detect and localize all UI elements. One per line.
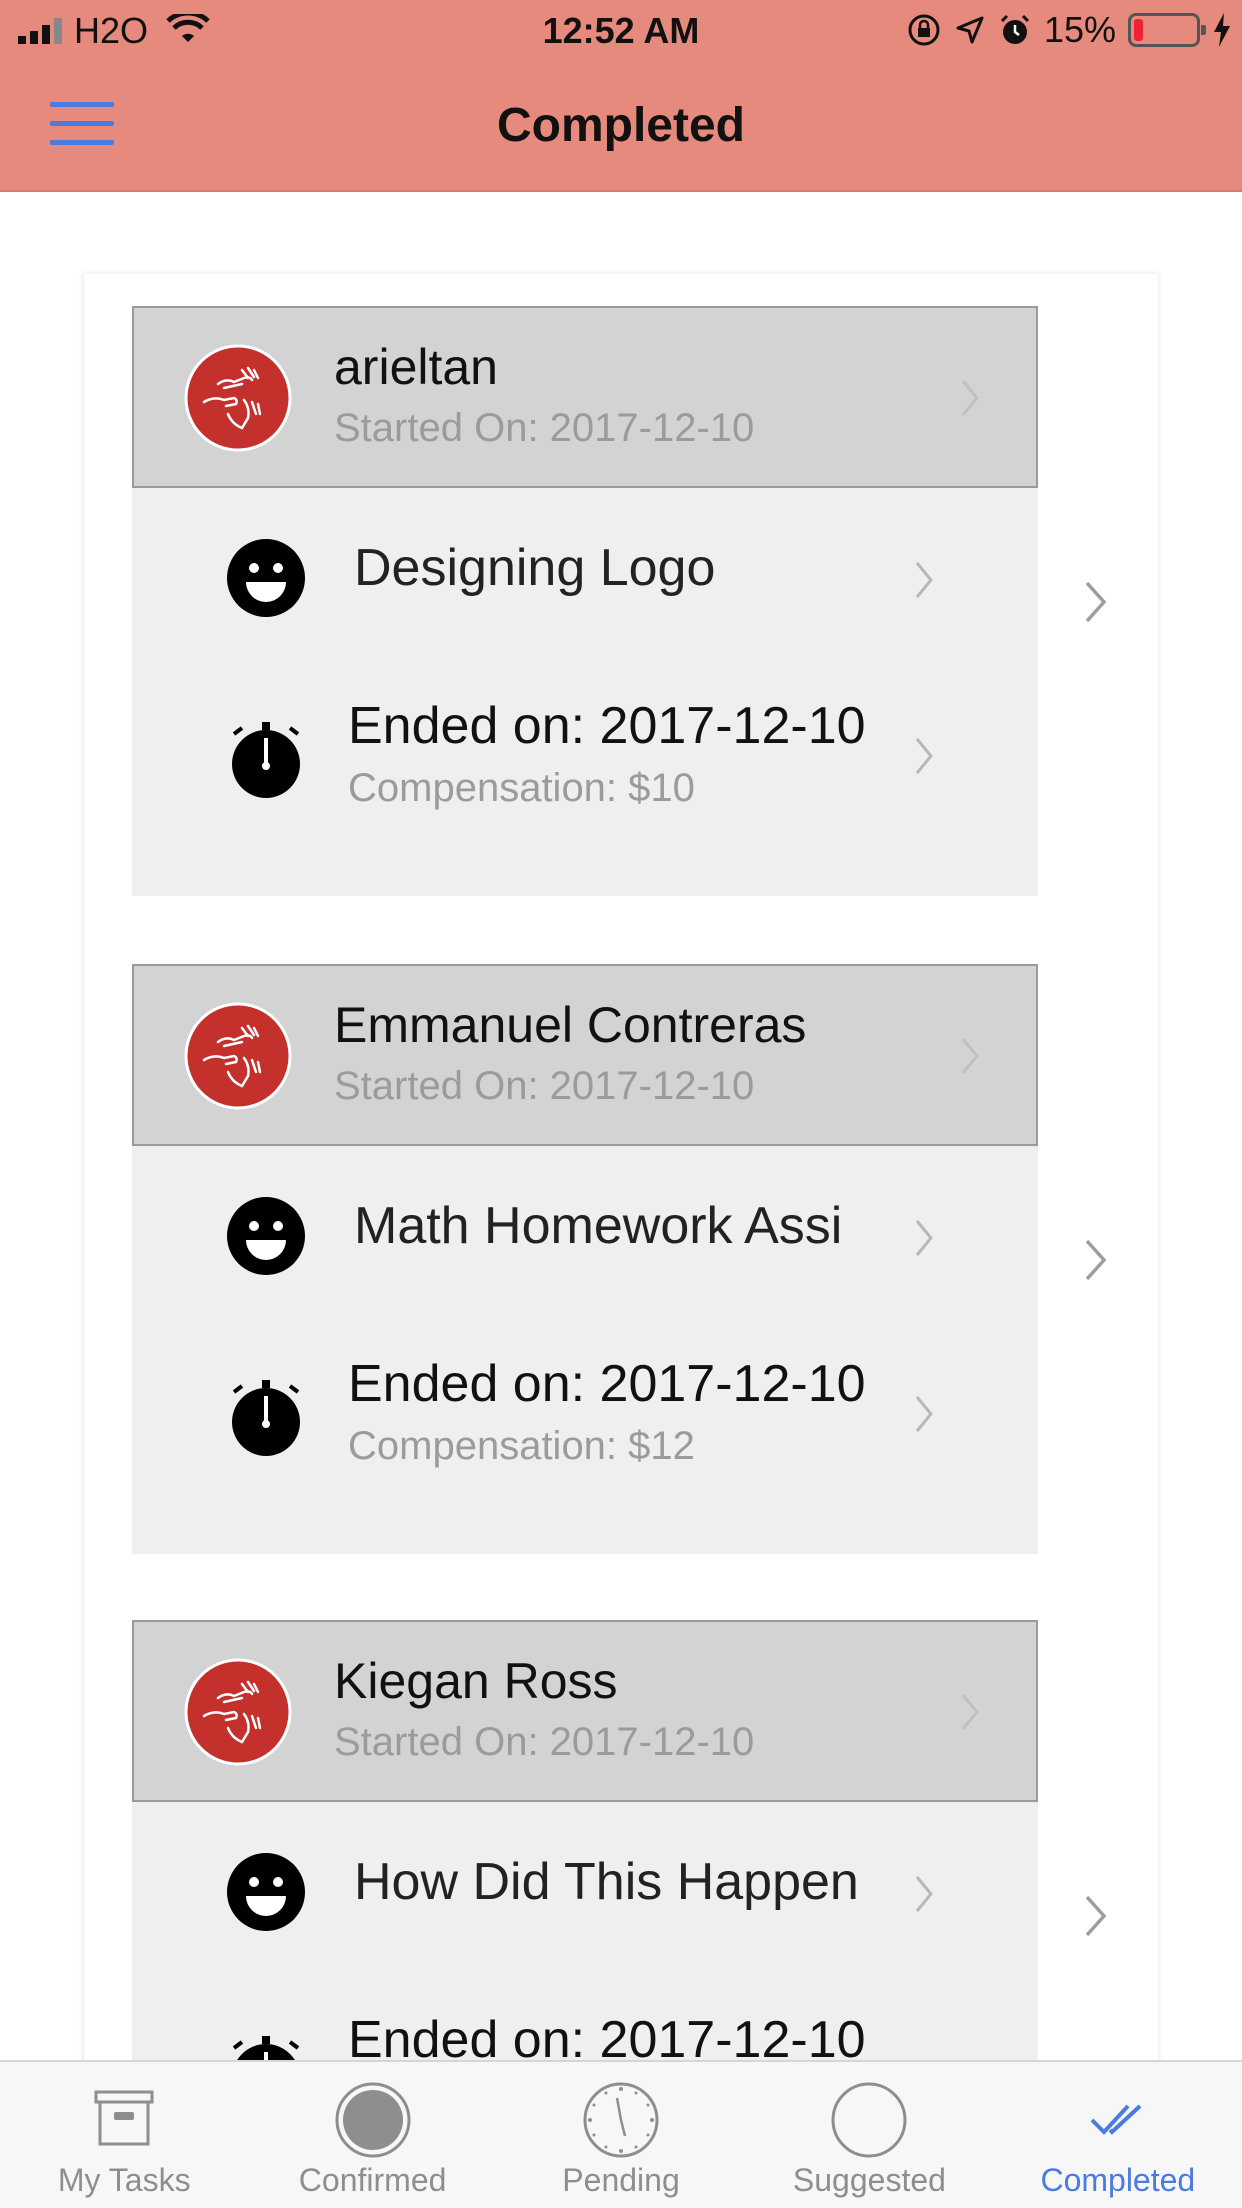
tab-label: Suggested [792, 2162, 946, 2198]
task-row[interactable]: Designing Logo [132, 498, 1038, 658]
card-header[interactable]: arieltan Started On: 2017-12-10 [132, 306, 1038, 488]
card-header[interactable]: Kiegan Ross Started On: 2017-12-10 [132, 1620, 1038, 1802]
tab-label: Completed [1040, 2162, 1196, 2198]
compensation: Compensation: $12 [348, 1424, 695, 1468]
user-name: arieltan [334, 339, 498, 395]
page-title: Completed [496, 99, 745, 152]
stopwatch-icon [232, 1380, 300, 1456]
chevron-right-icon [914, 560, 934, 600]
double-check-icon [1090, 2104, 1142, 2135]
chevron-right-icon [914, 1218, 934, 1258]
started-on: Started On: 2017-12-10 [334, 406, 755, 450]
user-name: Kiegan Ross [334, 1653, 618, 1709]
task-row[interactable]: Math Homework Assi [132, 1156, 1038, 1316]
orientation-lock-icon [908, 14, 940, 46]
task-row[interactable]: How Did This Happen [132, 1812, 1038, 1972]
ended-row[interactable]: Ended on: 2017-12-10 Compensation: $12 [132, 1340, 1038, 1500]
stopwatch-icon [232, 722, 300, 798]
smiley-icon [227, 1197, 305, 1275]
status-right: 15% [906, 9, 1232, 50]
card-body: Designing Logo Ended on: 2017-12-10 Comp… [132, 488, 1038, 896]
stopwatch-icon [232, 2036, 300, 2060]
archive-box-icon [94, 2090, 154, 2146]
tab-label: My Tasks [57, 2162, 191, 2198]
completed-card: Emmanuel Contreras Started On: 2017-12-1… [132, 964, 1038, 1554]
avatar [184, 1002, 292, 1110]
card-body: How Did This Happen Ended on: 2017-12-10 [132, 1802, 1038, 2060]
top-bar: H2O 12:52 AM 15% Completed [0, 0, 1242, 192]
chevron-right-icon [914, 736, 934, 776]
task-name: Math Homework Assi [354, 1197, 843, 1255]
location-arrow-icon [956, 16, 984, 44]
battery-percent: 15% [1043, 9, 1116, 50]
task-name: Designing Logo [354, 539, 716, 597]
completed-card: Kiegan Ross Started On: 2017-12-10 How D… [132, 1620, 1038, 2060]
list-panel: arieltan Started On: 2017-12-10 Designin… [84, 274, 1158, 2060]
empty-circle-icon [831, 2082, 907, 2158]
ended-on: Ended on: 2017-12-10 [348, 697, 866, 755]
compensation: Compensation: $10 [348, 766, 695, 810]
started-on: Started On: 2017-12-10 [334, 1720, 755, 1764]
chevron-right-icon [914, 1874, 934, 1914]
nav-bar: Completed [0, 60, 1242, 190]
tab-bar: My Tasks Confirmed Pending Suggested Com… [0, 2060, 1242, 2208]
tab-confirmed[interactable]: Confirmed [248, 2062, 496, 2208]
smiley-icon [227, 1853, 305, 1931]
clock-icon [583, 2082, 659, 2158]
tab-suggested[interactable]: Suggested [745, 2062, 993, 2208]
ended-on: Ended on: 2017-12-10 [348, 1355, 866, 1413]
avatar [184, 1658, 292, 1766]
chevron-right-icon[interactable] [1084, 580, 1108, 624]
card-body: Math Homework Assi Ended on: 2017-12-10 [132, 1146, 1038, 1554]
tab-label: Confirmed [298, 2162, 447, 2198]
avatar [184, 344, 292, 452]
chevron-right-icon [960, 378, 980, 418]
user-name: Emmanuel Contreras [334, 997, 807, 1053]
alarm-icon [1000, 14, 1029, 44]
tab-my-tasks[interactable]: My Tasks [0, 2062, 248, 2208]
chevron-right-icon [914, 1394, 934, 1434]
chevron-right-icon [960, 1692, 980, 1732]
tab-pending[interactable]: Pending [497, 2062, 745, 2208]
filled-circle-icon [335, 2082, 411, 2158]
ended-row[interactable]: Ended on: 2017-12-10 [132, 1996, 1038, 2060]
smiley-icon [227, 539, 305, 617]
battery-icon [1128, 13, 1206, 47]
card-header[interactable]: Emmanuel Contreras Started On: 2017-12-1… [132, 964, 1038, 1146]
task-name: How Did This Happen [354, 1853, 859, 1911]
status-bar: H2O 12:52 AM 15% [0, 0, 1242, 60]
completed-card: arieltan Started On: 2017-12-10 Designin… [132, 306, 1038, 896]
chevron-right-icon[interactable] [1084, 1894, 1108, 1938]
ended-on: Ended on: 2017-12-10 [348, 2011, 866, 2060]
completed-list[interactable]: arieltan Started On: 2017-12-10 Designin… [0, 192, 1242, 2060]
tab-completed[interactable]: Completed [994, 2062, 1242, 2208]
app-screen: H2O 12:52 AM 15% Completed arieltan Star… [0, 0, 1242, 2208]
ended-row[interactable]: Ended on: 2017-12-10 Compensation: $10 [132, 682, 1038, 842]
charging-bolt-icon [1214, 13, 1230, 47]
started-on: Started On: 2017-12-10 [334, 1064, 755, 1108]
chevron-right-icon [960, 1036, 980, 1076]
tab-label: Pending [562, 2162, 680, 2198]
chevron-right-icon[interactable] [1084, 1238, 1108, 1282]
